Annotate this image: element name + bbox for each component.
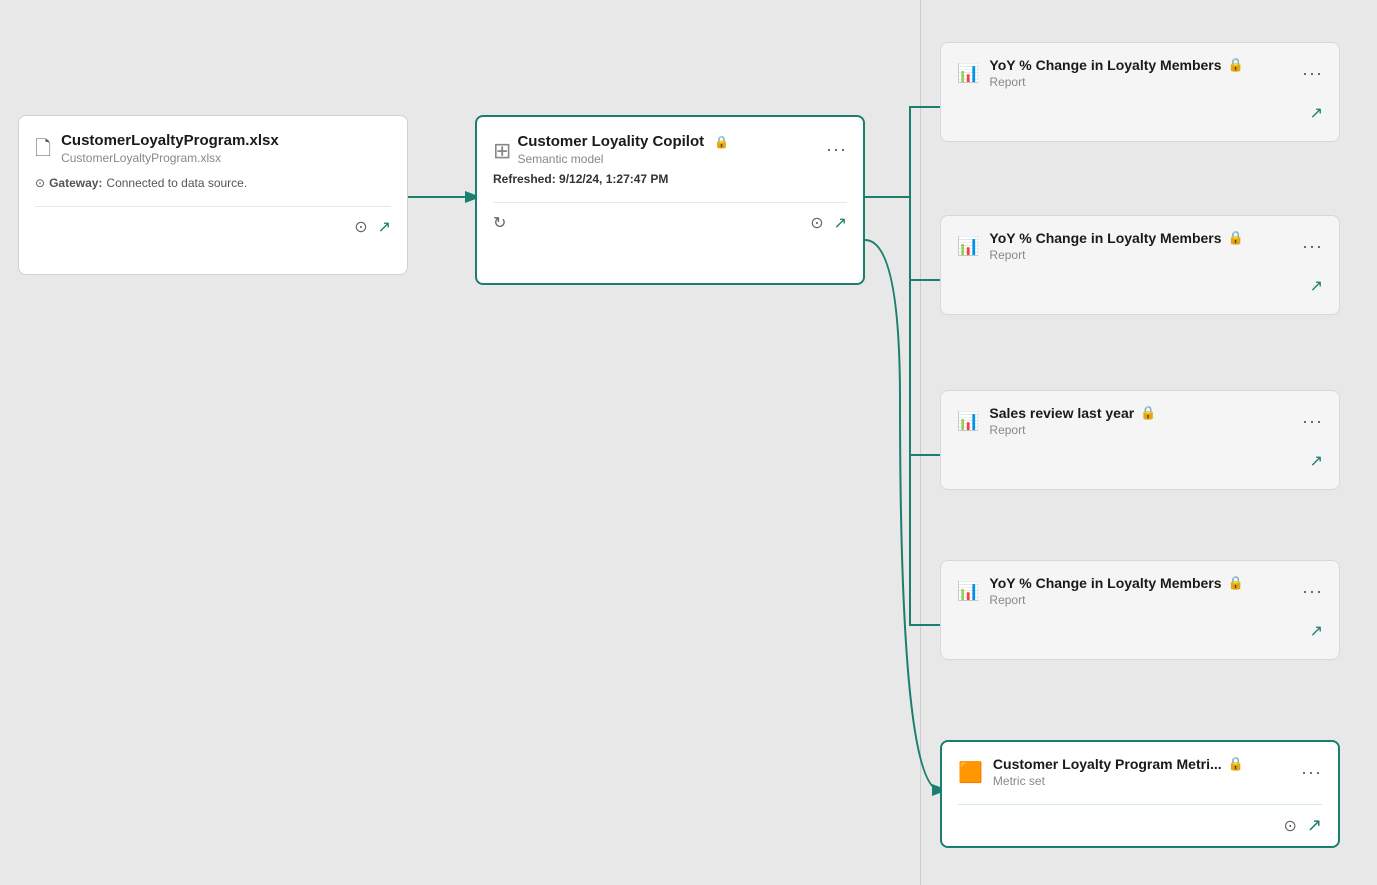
metric-lock-icon: 🔒 — [1228, 756, 1244, 772]
metric-copilot-icon[interactable]: ⊙ — [1284, 816, 1297, 836]
report-title-1: YoY % Change in Loyalty Members — [989, 57, 1221, 73]
source-card: 🗋 CustomerLoyaltyProgram.xlsx CustomerLo… — [18, 115, 408, 275]
report-link-icon-3[interactable]: ↗ — [1310, 451, 1323, 471]
source-card-subtitle: CustomerLoyaltyProgram.xlsx — [61, 151, 279, 165]
source-refresh-icon[interactable]: ⊙ — [354, 217, 367, 237]
report-bar-icon-3: 📊 — [957, 411, 979, 432]
report-card-4: 📊 YoY % Change in Loyalty Members 🔒 Repo… — [940, 560, 1340, 660]
metric-card-type: Metric set — [993, 774, 1244, 788]
source-card-title: CustomerLoyaltyProgram.xlsx — [61, 132, 279, 149]
metric-more-button[interactable]: ··· — [1301, 762, 1322, 783]
semantic-refresh-info: Refreshed: 9/12/24, 1:27:47 PM — [493, 172, 847, 186]
report-title-4: YoY % Change in Loyalty Members — [989, 575, 1221, 591]
metric-card-title: Customer Loyalty Program Metri... — [993, 756, 1222, 772]
metric-set-icon: 🟧 — [958, 760, 983, 785]
report-link-icon-2[interactable]: ↗ — [1310, 276, 1323, 296]
report-card-3: 📊 Sales review last year 🔒 Report ··· ↗ — [940, 390, 1340, 490]
report-title-2: YoY % Change in Loyalty Members — [989, 230, 1221, 246]
report-lock-icon-3: 🔒 — [1140, 405, 1156, 421]
report-bar-icon-2: 📊 — [957, 236, 979, 257]
report-card-1: 📊 YoY % Change in Loyalty Members 🔒 Repo… — [940, 42, 1340, 142]
report-type-3: Report — [989, 423, 1156, 437]
report-card-2: 📊 YoY % Change in Loyalty Members 🔒 Repo… — [940, 215, 1340, 315]
metric-link-icon[interactable]: ↗ — [1307, 815, 1322, 836]
source-link-icon[interactable]: ↗ — [378, 217, 391, 237]
source-card-gateway: ⊙ Gateway: Connected to data source. — [35, 176, 391, 190]
gateway-icon: ⊙ — [35, 176, 45, 190]
semantic-model-card: ⊞ Customer Loyality Copilot 🔒 Semantic m… — [475, 115, 865, 285]
report-more-button-2[interactable]: ··· — [1302, 236, 1323, 257]
report-link-icon-1[interactable]: ↗ — [1310, 103, 1323, 123]
report-link-icon-4[interactable]: ↗ — [1310, 621, 1323, 641]
report-lock-icon-2: 🔒 — [1228, 230, 1244, 246]
semantic-copilot-icon[interactable]: ⊙ — [810, 213, 823, 233]
metric-set-card: 🟧 Customer Loyalty Program Metri... 🔒 Me… — [940, 740, 1340, 848]
report-more-button-1[interactable]: ··· — [1302, 63, 1323, 84]
semantic-grid-icon: ⊞ — [493, 138, 511, 164]
semantic-card-title: Customer Loyality Copilot — [517, 133, 704, 150]
report-type-1: Report — [989, 75, 1243, 89]
report-more-button-4[interactable]: ··· — [1302, 581, 1323, 602]
semantic-lock-icon: 🔒 — [714, 135, 729, 149]
report-type-2: Report — [989, 248, 1243, 262]
report-lock-icon-4: 🔒 — [1228, 575, 1244, 591]
semantic-card-subtitle: Semantic model — [517, 152, 729, 166]
report-more-button-3[interactable]: ··· — [1302, 411, 1323, 432]
vertical-divider — [920, 0, 921, 885]
file-icon: 🗋 — [35, 134, 51, 168]
semantic-link-icon[interactable]: ↗ — [834, 213, 847, 233]
semantic-more-button[interactable]: ··· — [826, 139, 847, 160]
gateway-label: Gateway: — [49, 176, 102, 190]
report-type-4: Report — [989, 593, 1243, 607]
gateway-value: Connected to data source. — [106, 176, 247, 190]
report-title-3: Sales review last year — [989, 405, 1134, 421]
report-bar-icon-1: 📊 — [957, 63, 979, 84]
semantic-refresh-icon[interactable]: ↻ — [493, 213, 506, 233]
report-bar-icon-4: 📊 — [957, 581, 979, 602]
report-lock-icon-1: 🔒 — [1228, 57, 1244, 73]
